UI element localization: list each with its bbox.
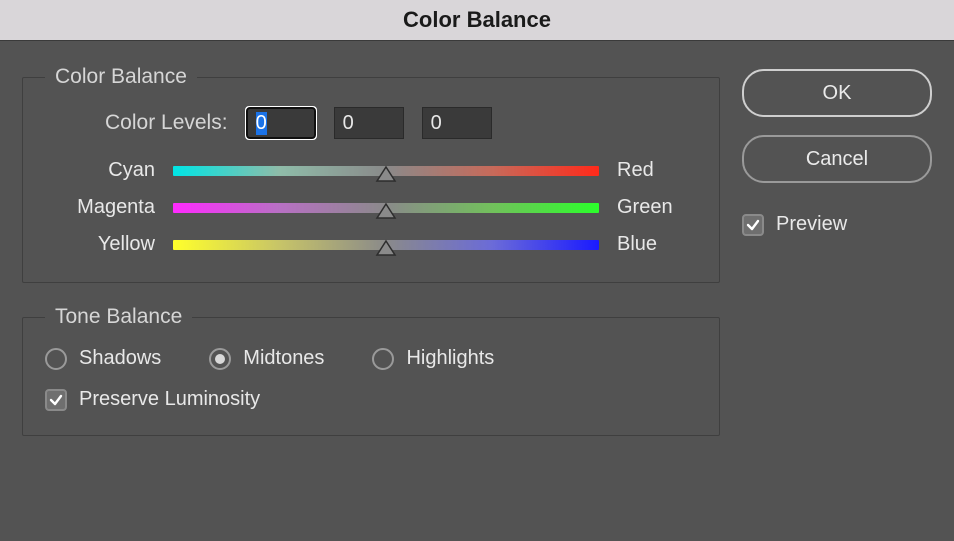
- checkbox-icon: [45, 389, 67, 411]
- radio-shadows[interactable]: Shadows: [45, 347, 161, 370]
- ok-button[interactable]: OK: [742, 69, 932, 117]
- radio-icon: [372, 348, 394, 370]
- radio-icon: [209, 348, 231, 370]
- tone-balance-legend: Tone Balance: [45, 305, 192, 329]
- color-level-input-2[interactable]: [334, 107, 404, 139]
- radio-icon: [45, 348, 67, 370]
- color-level-input-3[interactable]: [422, 107, 492, 139]
- radio-highlights[interactable]: Highlights: [372, 347, 494, 370]
- checkbox-label: Preserve Luminosity: [79, 388, 260, 411]
- color-balance-group: Color Balance Color Levels: Cyan Red Mag…: [22, 65, 720, 283]
- slider-left-cyan: Cyan: [45, 159, 155, 182]
- slider-left-yellow: Yellow: [45, 233, 155, 256]
- tone-balance-group: Tone Balance Shadows Midtones Highlights: [22, 305, 720, 436]
- checkbox-label: Preview: [776, 213, 847, 236]
- slider-magenta-green[interactable]: [173, 203, 599, 213]
- slider-cyan-red[interactable]: [173, 166, 599, 176]
- slider-right-red: Red: [617, 159, 697, 182]
- cancel-button[interactable]: Cancel: [742, 135, 932, 183]
- color-levels-label: Color Levels:: [105, 111, 228, 135]
- color-level-input-1[interactable]: [246, 107, 316, 139]
- slider-right-blue: Blue: [617, 233, 697, 256]
- checkbox-preview[interactable]: Preview: [742, 213, 932, 236]
- slider-left-magenta: Magenta: [45, 196, 155, 219]
- checkbox-preserve-luminosity[interactable]: Preserve Luminosity: [45, 388, 260, 411]
- radio-label: Highlights: [406, 347, 494, 370]
- slider-yellow-blue[interactable]: [173, 240, 599, 250]
- checkbox-icon: [742, 214, 764, 236]
- color-balance-legend: Color Balance: [45, 65, 197, 89]
- radio-label: Midtones: [243, 347, 324, 370]
- window-title: Color Balance: [0, 0, 954, 41]
- radio-label: Shadows: [79, 347, 161, 370]
- radio-midtones[interactable]: Midtones: [209, 347, 324, 370]
- slider-right-green: Green: [617, 196, 697, 219]
